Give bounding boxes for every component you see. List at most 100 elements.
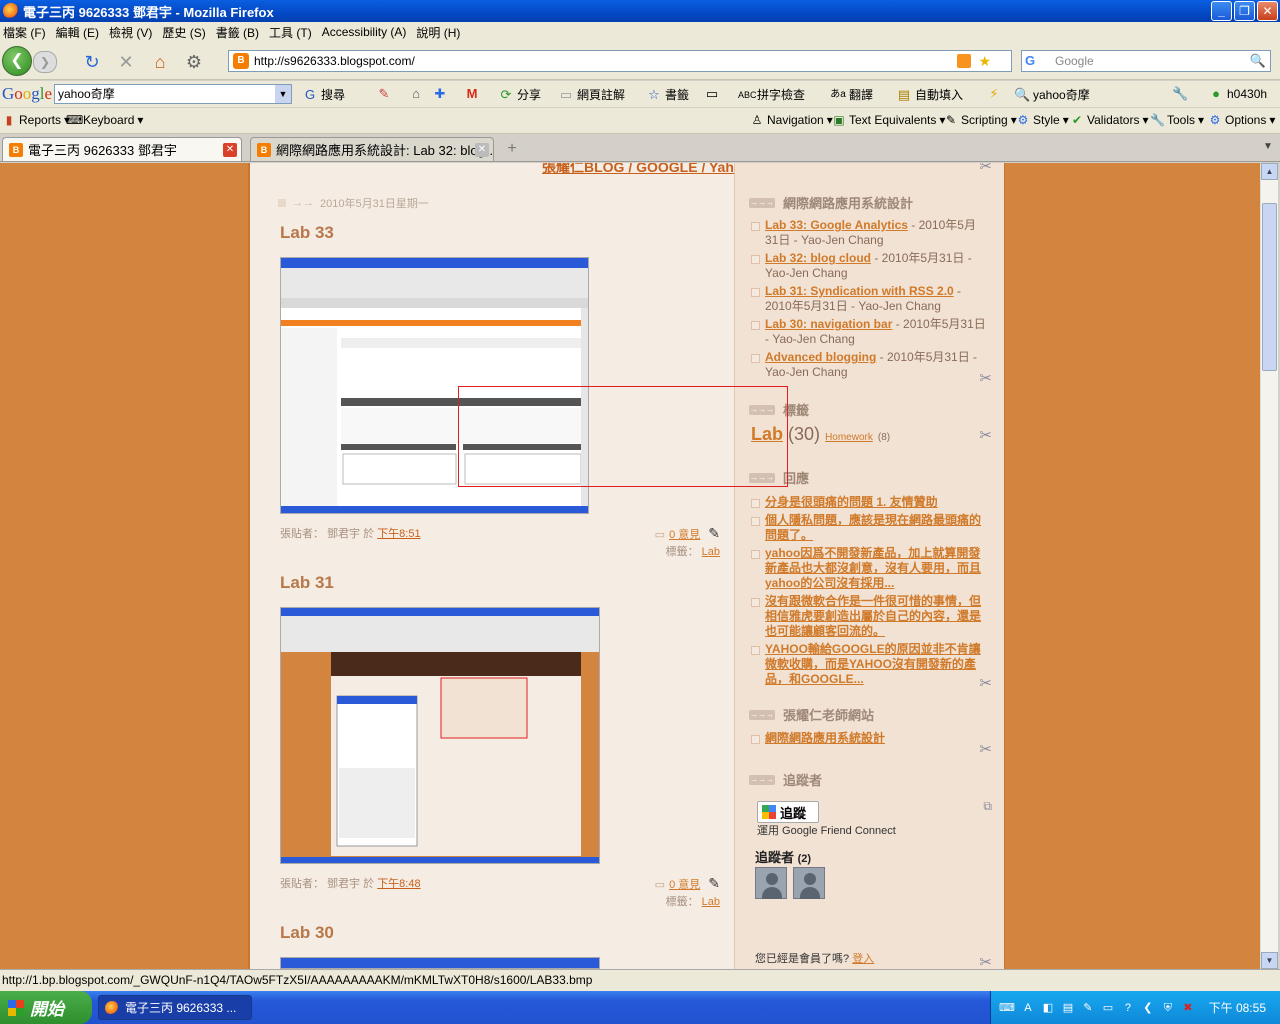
edit-widget-icon[interactable]: ✂ xyxy=(979,426,992,444)
comment-link[interactable]: 分身是很頭痛的問題 1. 友情贊助 xyxy=(765,495,938,509)
menu-accessibility[interactable]: Accessibility (A) xyxy=(319,25,414,39)
tray-message-icon[interactable]: ▭ xyxy=(1101,1001,1115,1015)
menu-history[interactable]: 歷史 (S) xyxy=(159,24,212,41)
fullwidth-icon[interactable]: ◧ xyxy=(1041,1001,1055,1015)
clock[interactable]: 下午 08:55 xyxy=(1209,999,1266,1016)
rss-icon[interactable] xyxy=(957,54,971,68)
edit-pencil-icon[interactable]: ✎ xyxy=(708,525,720,541)
popout-icon[interactable]: ⧉ xyxy=(983,799,992,814)
pen-icon[interactable]: ✎ xyxy=(1081,1001,1095,1015)
menu-help[interactable]: 說明 (H) xyxy=(413,24,467,41)
settings-button[interactable]: 🔧 xyxy=(1172,86,1188,102)
comments-count[interactable]: 0 意見 xyxy=(669,879,700,891)
post-title[interactable]: Lab 31 xyxy=(280,573,334,593)
tools-menu[interactable]: 🔧 Tools ▾ xyxy=(1150,113,1204,127)
gmail-button[interactable]: M xyxy=(464,86,480,102)
follower-avatar[interactable] xyxy=(793,867,825,899)
back-button[interactable]: ❮ xyxy=(2,46,32,76)
ime-mode-icon[interactable]: A xyxy=(1021,1001,1035,1015)
ime-icon[interactable]: ⌨ xyxy=(999,1001,1015,1015)
comment-link[interactable]: 個人隱私問題，應該是現在網路最頭痛的問題了。 xyxy=(765,513,981,542)
login-link[interactable]: 登入 xyxy=(852,953,874,965)
reports-menu[interactable]: ▮ Reports ▾ xyxy=(2,113,70,127)
tab-lab32[interactable]: B 網際網路應用系統設計: Lab 32: blog… ✕ xyxy=(250,137,494,161)
comments-link[interactable]: ▭ 0 意見 ✎ xyxy=(655,875,720,892)
scripting-menu[interactable]: ✎ Scripting ▾ xyxy=(944,113,1017,127)
menu-view[interactable]: 檢視 (V) xyxy=(106,24,159,41)
home-icon[interactable]: ⌂ xyxy=(150,52,170,72)
menu-file[interactable]: 檔案 (F) xyxy=(0,24,53,41)
translate-button[interactable]: あa 翻譯 xyxy=(830,86,873,103)
stop-icon[interactable]: ✕ xyxy=(116,52,136,72)
blog-item-link[interactable]: Advanced blogging xyxy=(765,350,876,364)
comment-link[interactable]: YAHOO輸給GOOGLE的原因並非不肯讓微軟收購，而是YAHOO沒有開發新的產… xyxy=(765,642,981,686)
comment-link[interactable]: yahoo因爲不開發新產品，加上就算開發新產品也大都沒創意，沒有人要用，而且ya… xyxy=(765,546,981,590)
minimize-button[interactable]: _ xyxy=(1211,1,1232,21)
label-link[interactable]: Lab xyxy=(702,546,720,558)
post-title[interactable]: Lab 30 xyxy=(280,923,334,943)
top-links[interactable]: 張耀仁BLOG / GOOGLE / Yahoo xyxy=(542,163,751,177)
edit-widget-icon[interactable]: ✂ xyxy=(979,369,992,387)
follower-avatar[interactable] xyxy=(755,867,787,899)
label-homework-link[interactable]: Homework xyxy=(825,432,873,443)
blog-item-link[interactable]: Lab 32: blog cloud xyxy=(765,251,871,265)
url-bar[interactable]: B http://s9626333.blogspot.com/ ★ xyxy=(228,50,1012,72)
edit-widget-icon[interactable]: ✂ xyxy=(979,163,992,175)
toolbar-home-button[interactable]: ⌂ xyxy=(408,86,424,102)
validators-menu[interactable]: ✔ Validators ▾ xyxy=(1070,113,1149,127)
highlight-button[interactable]: ✎ xyxy=(376,86,392,102)
comments-count[interactable]: 0 意見 xyxy=(669,529,700,541)
comments-link[interactable]: ▭ 0 意見 ✎ xyxy=(655,525,720,542)
chevron-down-icon[interactable]: ▼ xyxy=(275,85,291,103)
menu-edit[interactable]: 編輯 (E) xyxy=(53,24,106,41)
input-settings-icon[interactable]: ▤ xyxy=(1061,1001,1075,1015)
new-tab-button[interactable]: + xyxy=(500,140,524,160)
chevron-left-icon[interactable]: ❮ xyxy=(1141,1001,1155,1015)
google-search-button[interactable]: G 搜尋 xyxy=(302,86,345,103)
google-search-engine-icon[interactable]: G xyxy=(1025,53,1041,69)
antivirus-icon[interactable]: ✖ xyxy=(1181,1001,1195,1015)
google-toolbar-search-input[interactable]: yahoo奇摩 ▼ xyxy=(54,84,292,104)
options-menu[interactable]: ⚙ Options ▾ xyxy=(1208,113,1276,127)
spellcheck-button[interactable]: ABC 拼字檢查 xyxy=(738,86,805,103)
account-button[interactable]: ● h0430h xyxy=(1208,86,1267,102)
share-button[interactable]: ⟳ 分享 xyxy=(498,86,541,103)
style-menu[interactable]: ⚙ Style ▾ xyxy=(1016,113,1069,127)
comment-link[interactable]: 沒有跟微軟合作是一件很可惜的事情，但相信雅虎要創造出屬於自己的內容，還是也可能讓… xyxy=(765,594,981,638)
tab-blog-home[interactable]: B 電子三丙 9626333 鄧君宇 ✕ xyxy=(2,137,242,161)
tab-list-chevron-icon[interactable]: ▼ xyxy=(1260,141,1276,157)
scroll-up-icon[interactable]: ▲ xyxy=(1261,163,1278,180)
text-equivalents-menu[interactable]: ▣ Text Equivalents ▾ xyxy=(832,113,945,127)
scroll-thumb[interactable] xyxy=(1262,203,1277,371)
edit-pencil-icon[interactable]: ✎ xyxy=(708,875,720,891)
blog-item-link[interactable]: Lab 30: navigation bar xyxy=(765,317,892,331)
search-icon[interactable]: 🔍 xyxy=(1250,53,1266,69)
edit-widget-icon[interactable]: ✂ xyxy=(979,674,992,692)
maximize-button[interactable]: ❐ xyxy=(1234,1,1255,21)
sidewiki-button[interactable]: ▭ xyxy=(704,86,720,102)
blog-item-link[interactable]: Lab 33: Google Analytics xyxy=(765,218,908,232)
autofill-button[interactable]: ▤ 自動填入 xyxy=(896,86,963,103)
post-time-link[interactable]: 下午8:51 xyxy=(377,528,420,540)
close-button[interactable]: ✕ xyxy=(1257,1,1278,21)
bookmarks-button[interactable]: ☆ 書籤 xyxy=(646,86,689,103)
menu-bookmarks[interactable]: 書籤 (B) xyxy=(213,24,266,41)
vertical-scrollbar[interactable]: ▲ ▼ xyxy=(1260,163,1278,969)
close-tab-icon[interactable]: ✕ xyxy=(475,143,489,157)
extension-icon[interactable]: ⚙ xyxy=(184,52,204,72)
security-icon[interactable]: ⛨ xyxy=(1161,1001,1175,1015)
teacher-site-link[interactable]: 網際網路應用系統設計 xyxy=(765,731,885,745)
taskbar-firefox-item[interactable]: 電子三丙 9626333 ... xyxy=(98,995,252,1020)
post-title[interactable]: Lab 33 xyxy=(280,223,334,243)
post-screenshot-image[interactable] xyxy=(280,957,600,969)
search-bar[interactable]: G Google 🔍 xyxy=(1021,50,1271,72)
google-logo[interactable]: Google xyxy=(2,84,52,104)
blog-item-link[interactable]: Lab 31: Syndication with RSS 2.0 xyxy=(765,284,954,298)
edit-widget-icon[interactable]: ✂ xyxy=(979,953,992,969)
add-button[interactable]: ✚ xyxy=(432,86,448,102)
yahoo-bookmark-button[interactable]: 🔍 yahoo奇摩 xyxy=(1014,86,1090,103)
keyboard-menu[interactable]: ⌨ Keyboard ▾ xyxy=(66,113,143,127)
close-tab-icon[interactable]: ✕ xyxy=(223,143,237,157)
post-time-link[interactable]: 下午8:48 xyxy=(377,878,420,890)
navigation-menu[interactable]: ♙ Navigation ▾ xyxy=(750,113,833,127)
